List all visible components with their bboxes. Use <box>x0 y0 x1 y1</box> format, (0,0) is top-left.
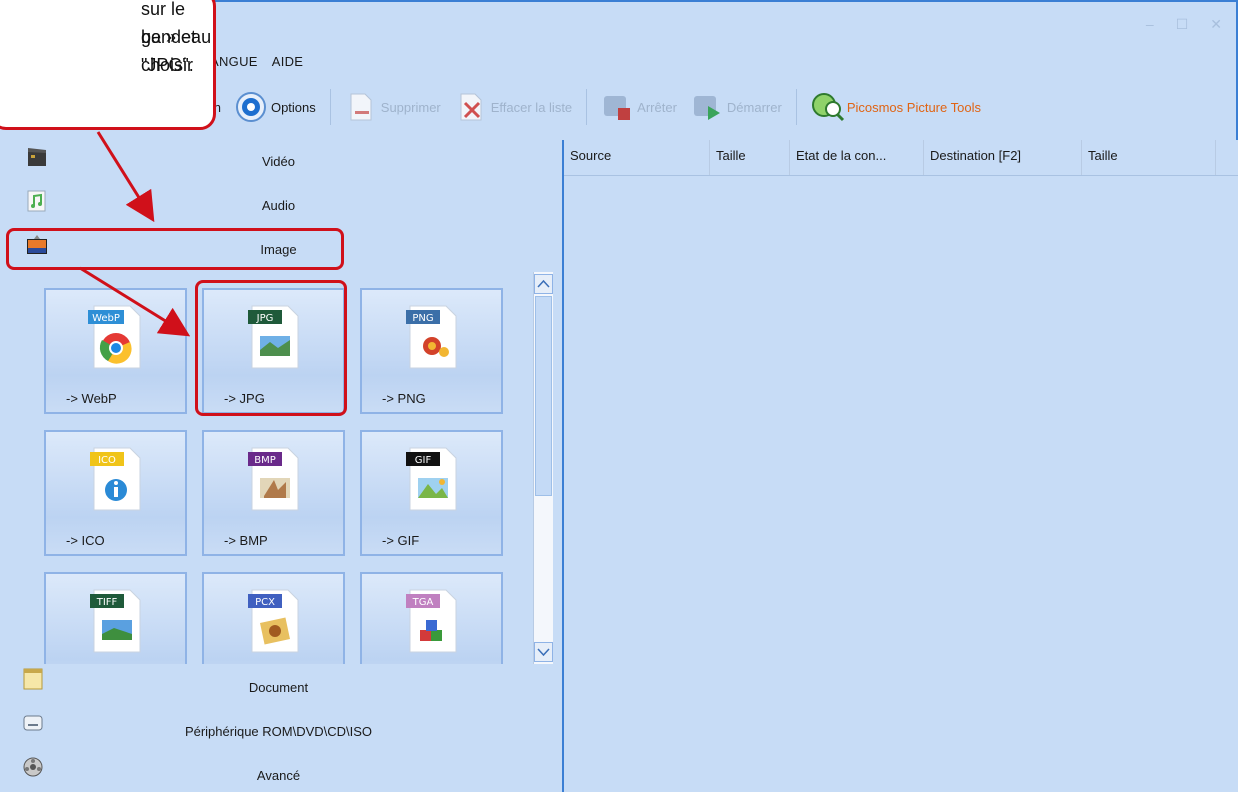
picosmos-label: Picosmos Picture Tools <box>846 99 981 115</box>
toolbar-separator <box>586 89 588 125</box>
pcx-file-icon: PCX <box>248 589 299 653</box>
chevron-up-icon <box>537 279 550 288</box>
stop-label: Arrêter <box>637 99 677 115</box>
picosmos-icon <box>811 91 844 123</box>
tga-file-icon: TGA <box>406 589 457 653</box>
start-button[interactable]: Démarrer <box>691 91 782 123</box>
col-status[interactable]: Etat de la con... <box>790 140 924 175</box>
clear-list-label: Effacer la liste <box>490 99 573 115</box>
tile-label: -> BMP <box>224 533 268 548</box>
category-audio[interactable]: Audio <box>0 184 557 228</box>
options-button[interactable]: Options <box>235 91 316 123</box>
clear-list-button[interactable]: Effacer la liste <box>455 91 572 123</box>
scroll-thumb[interactable] <box>535 296 552 496</box>
delete-button[interactable]: Supprimer <box>345 91 441 123</box>
jpg-tile-highlight <box>195 280 347 416</box>
maximize-button[interactable]: ☐ <box>1176 16 1189 33</box>
bmp-file-icon: BMP <box>248 447 299 511</box>
col-dest-size[interactable]: Taille <box>1082 140 1216 175</box>
tile-bmp[interactable]: BMP -> BMP <box>202 430 345 556</box>
window-controls: – ☐ ✕ <box>1146 16 1222 33</box>
menu-bar: ANGUE AIDE <box>210 54 303 69</box>
scroll-up-button[interactable] <box>534 274 553 294</box>
stop-icon <box>601 91 633 123</box>
options-icon <box>235 91 267 123</box>
menu-aide[interactable]: AIDE <box>272 54 304 69</box>
tile-label: -> PNG <box>382 391 426 406</box>
picosmos-button[interactable]: Picosmos Picture Tools <box>811 91 981 123</box>
col-source[interactable]: Source <box>564 140 710 175</box>
conversion-list: Source Taille Etat de la con... Destinat… <box>562 140 1238 792</box>
tile-png[interactable]: PNG -> PNG <box>360 288 503 414</box>
tile-gif[interactable]: GIF -> GIF <box>360 430 503 556</box>
category-label: Audio <box>261 198 296 213</box>
tile-ico[interactable]: ICO -> ICO <box>44 430 187 556</box>
svg-text:PCX: PCX <box>255 597 275 608</box>
instruction-callout: sur le bandeau ge » et choisir "JPG". <box>0 0 216 130</box>
svg-text:GIF: GIF <box>415 455 432 466</box>
category-video[interactable]: Vidéo <box>0 140 557 184</box>
category-label: Document <box>248 680 309 695</box>
svg-text:TGA: TGA <box>412 597 434 608</box>
svg-text:TIFF: TIFF <box>96 597 118 608</box>
tile-tiff[interactable]: TIFF <box>44 572 187 664</box>
close-button[interactable]: ✕ <box>1210 16 1222 33</box>
clear-list-icon <box>455 91 487 123</box>
ico-file-icon: ICO <box>90 447 141 511</box>
scroll-down-button[interactable] <box>534 642 553 662</box>
tile-tga[interactable]: TGA <box>360 572 503 664</box>
tiff-file-icon: TIFF <box>90 589 141 653</box>
toolbar: tion Options Supprimer Effacer la liste <box>200 86 1236 128</box>
tile-label: -> ICO <box>66 533 105 548</box>
tile-pcx[interactable]: PCX <box>202 572 345 664</box>
grid-scrollbar[interactable] <box>533 272 553 664</box>
category-label: Avancé <box>256 768 301 783</box>
tile-label: -> GIF <box>382 533 420 548</box>
svg-text:BMP: BMP <box>254 455 276 466</box>
tile-label: -> WebP <box>66 391 117 406</box>
callout-line-3: "JPG". <box>141 55 194 75</box>
tile-webp[interactable]: WebP -> WebP <box>44 288 187 414</box>
category-advanced[interactable]: Avancé <box>0 754 557 792</box>
minimize-button[interactable]: – <box>1146 16 1154 33</box>
webp-file-icon: WebP <box>88 305 141 369</box>
start-label: Démarrer <box>726 99 782 115</box>
stop-button[interactable]: Arrêter <box>601 91 677 123</box>
chevron-down-icon <box>537 648 550 657</box>
gif-file-icon: GIF <box>406 447 457 511</box>
delete-icon <box>345 91 377 123</box>
toolbar-separator <box>795 89 797 125</box>
toolbar-separator <box>329 89 331 125</box>
start-icon <box>691 91 723 123</box>
col-size[interactable]: Taille <box>710 140 790 175</box>
category-document[interactable]: Document <box>0 666 557 710</box>
image-category-highlight <box>6 228 344 270</box>
svg-text:ICO: ICO <box>98 455 116 466</box>
category-label: Vidéo <box>261 154 295 169</box>
table-header: Source Taille Etat de la con... Destinat… <box>564 140 1238 176</box>
delete-label: Supprimer <box>380 99 441 115</box>
svg-text:WebP: WebP <box>92 313 120 324</box>
col-destination[interactable]: Destination [F2] <box>924 140 1082 175</box>
category-rom-device[interactable]: Périphérique ROM\DVD\CD\ISO <box>0 710 557 754</box>
category-label: Périphérique ROM\DVD\CD\ISO <box>184 724 373 739</box>
svg-text:PNG: PNG <box>412 313 433 324</box>
options-label: Options <box>270 99 316 115</box>
png-file-icon: PNG <box>406 305 457 369</box>
